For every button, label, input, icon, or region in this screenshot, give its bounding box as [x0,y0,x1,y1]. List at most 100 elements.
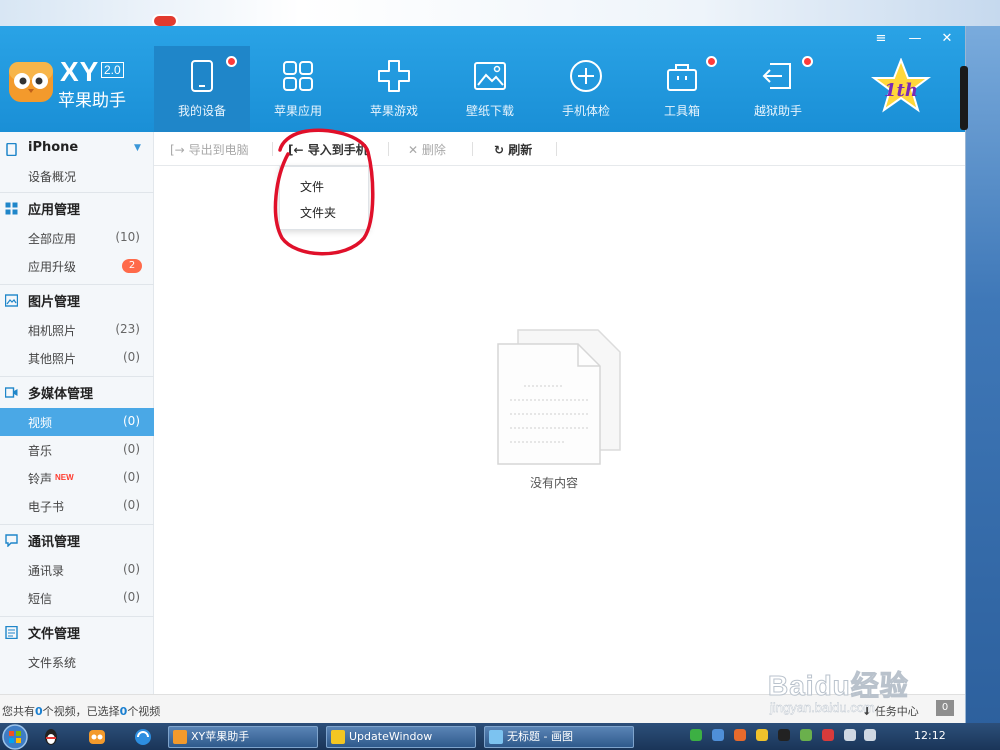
picture-icon [5,294,18,307]
sidebar-item-camera-photos[interactable]: 相机照片 (23) [0,316,154,344]
signal-icon[interactable] [844,729,856,741]
sidebar-item-label: 设备概况 [28,170,77,184]
sidebar-item-sms[interactable]: 短信 (0) [0,584,154,612]
sidebar-item-label: 视频 [28,416,53,430]
start-button-icon[interactable] [2,724,28,750]
nav-label: 壁纸下载 [465,104,514,118]
section-title: 通讯管理 [28,535,81,550]
sidebar-item-music[interactable]: 音乐 (0) [0,436,154,464]
divider [472,142,473,156]
update-count-badge: 2 [122,259,142,273]
taskbar-item-paint[interactable]: 无标题 - 画图 [484,726,634,748]
tray-app-icon[interactable] [822,729,834,741]
menu-button[interactable]: ≡ [866,30,896,48]
sidebar-item-other-photos[interactable]: 其他照片 (0) [0,344,154,372]
shield-icon[interactable] [712,729,724,741]
desktop-top-strip [0,0,1000,26]
nav-label: 工具箱 [663,104,700,118]
taskbar-item-label: 无标题 - 画图 [507,730,573,743]
export-label: 导出到电脑 [188,143,249,157]
nav-phone-check[interactable]: 手机体检 [538,46,634,132]
delete-button[interactable]: ✕ 删除 [408,141,446,158]
refresh-button[interactable]: ↻ 刷新 [494,141,532,158]
sidebar-device-selector[interactable]: iPhone ▼ [0,134,154,164]
sidebar-item-device-overview[interactable]: 设备概况 [0,162,154,190]
sidebar-item-label: 音乐 [28,444,53,458]
apps-grid-icon [283,61,313,91]
refresh-label: 刷新 [508,143,533,157]
item-count: (23) [115,322,140,336]
qq-icon[interactable] [42,728,60,746]
plus-circle-icon [570,60,602,92]
close-icon: ✕ [408,143,422,157]
gamepad-icon [378,60,410,92]
nav-jailbreak[interactable]: 越狱助手 [730,46,826,132]
tray-app-icon[interactable] [756,729,768,741]
item-count: (0) [123,498,140,512]
browser-icon[interactable] [134,728,152,746]
item-count: (0) [123,590,140,604]
clock: 12:12 [914,729,946,742]
scrollbar[interactable] [960,66,968,130]
item-count: (0) [123,470,140,484]
sidebar-item-ebook[interactable]: 电子书 (0) [0,492,154,520]
taskbar-item-update[interactable]: UpdateWindow [326,726,476,748]
sidebar-item-label: 短信 [28,592,53,606]
sidebar-section-comm: 通讯管理 [0,525,154,555]
sidebar-item-label: 电子书 [28,500,65,514]
tablet-icon [191,60,213,92]
nav-toolbox[interactable]: 工具箱 [634,46,730,132]
nav-label: 苹果应用 [273,104,322,118]
taskbar-item-label: XY苹果助手 [191,730,250,743]
taskbar-item-xy[interactable]: XY苹果助手 [168,726,318,748]
owl-app-icon[interactable] [88,728,106,746]
document-icon [5,626,18,639]
close-button[interactable]: ✕ [932,30,962,48]
sidebar-item-file-system[interactable]: 文件系统 [0,648,154,676]
nav-label: 我的设备 [177,104,226,118]
nav-my-device[interactable]: 我的设备 [154,46,250,132]
sidebar-section-files: 文件管理 [0,617,154,647]
tray-app-icon[interactable] [734,729,746,741]
video-camera-icon [5,387,18,398]
delete-label: 删除 [421,143,446,157]
nav-dot [226,56,237,67]
brand-version: 2.0 [101,62,124,78]
sidebar-item-all-apps[interactable]: 全部应用 (10) [0,224,154,252]
nav-dot [802,56,813,67]
item-count: (0) [123,562,140,576]
anniversary-badge-icon[interactable]: 1th [870,58,932,114]
nav-apple-apps[interactable]: 苹果应用 [250,46,346,132]
new-badge: NEW [55,473,74,482]
sidebar-item-contacts[interactable]: 通讯录 (0) [0,556,154,584]
nav-wallpaper[interactable]: 壁纸下载 [442,46,538,132]
sidebar-item-ringtone[interactable]: 铃声 NEW (0) [0,464,154,492]
sidebar-item-video[interactable]: 视频 (0) [0,408,154,436]
network-icon[interactable] [690,729,702,741]
minimize-button[interactable]: — [900,30,930,48]
brand-xy: XY [60,56,100,87]
nav-label: 苹果游戏 [369,104,418,118]
nav-label: 手机体检 [561,104,610,118]
item-count: (0) [123,442,140,456]
app-header: XY 2.0 苹果助手 我的设备 苹果应用 苹果游戏 壁纸下载 手机体检 工具箱… [0,26,965,132]
section-title: 多媒体管理 [28,387,94,402]
section-title: 文件管理 [28,627,81,642]
export-to-pc-button[interactable]: [→ 导出到电脑 [170,141,249,158]
system-tray [682,728,882,746]
status-mid: 个视频，已选择 [42,705,120,718]
taskbar-item-label: UpdateWindow [349,730,433,743]
tray-app-icon[interactable] [800,729,812,741]
section-title: 图片管理 [28,295,81,310]
update-app-icon [331,730,345,744]
paint-app-icon [489,730,503,744]
owl-app-icon [173,730,187,744]
nav-apple-games[interactable]: 苹果游戏 [346,46,442,132]
divider [556,142,557,156]
phone-icon [6,143,17,156]
divider [388,142,389,156]
volume-icon[interactable] [864,729,876,741]
sidebar: iPhone ▼ 设备概况 应用管理 全部应用 (10) 应用升级 2 图片管理… [0,132,154,694]
qq-icon[interactable] [778,729,790,741]
sidebar-item-app-update[interactable]: 应用升级 2 [0,252,154,280]
